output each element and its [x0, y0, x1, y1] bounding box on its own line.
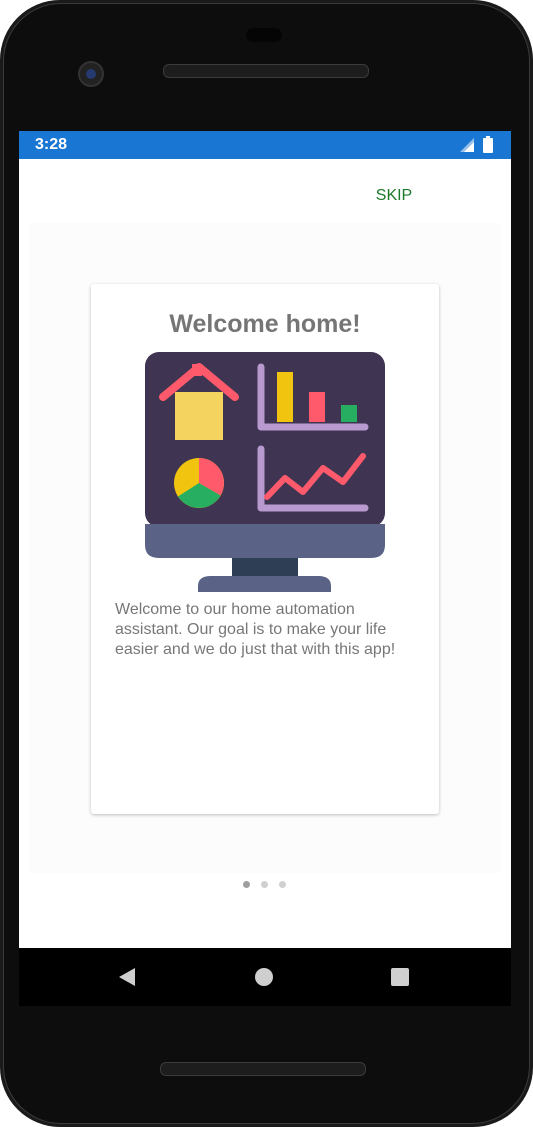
monitor-bezel — [145, 524, 385, 558]
page-dot-2[interactable] — [261, 881, 268, 888]
top-speaker-grille — [163, 64, 369, 78]
navigation-bar — [19, 948, 511, 1006]
home-automation-monitor-illustration — [145, 352, 385, 592]
card-description: Welcome to our home automation assistant… — [115, 601, 396, 658]
page-dot-1[interactable] — [243, 881, 250, 888]
recents-square-icon[interactable] — [385, 962, 415, 992]
page-indicator — [243, 881, 291, 891]
front-camera — [78, 61, 104, 87]
app-screen: 3:28 SKIP Welcome home! Welcome to our h… — [19, 131, 511, 948]
onboarding-card: Welcome home! Welcome to our home automa… — [91, 284, 439, 814]
skip-button[interactable]: SKIP — [359, 185, 429, 207]
page-dot-3[interactable] — [279, 881, 286, 888]
front-sensor — [246, 28, 282, 42]
status-time: 3:28 — [35, 136, 68, 153]
home-circle-icon[interactable] — [249, 962, 279, 992]
monitor-base — [198, 576, 331, 592]
bottom-speaker-grille — [160, 1062, 366, 1076]
signal-icon — [460, 138, 474, 152]
pie-chart-icon — [174, 458, 224, 508]
card-title: Welcome home! — [169, 310, 361, 338]
phone-frame: 3:28 SKIP Welcome home! Welcome to our h… — [0, 0, 533, 1127]
monitor-neck — [232, 558, 298, 576]
battery-icon — [483, 136, 493, 153]
back-triangle-icon[interactable] — [112, 962, 142, 992]
status-bar: 3:28 — [19, 131, 511, 159]
